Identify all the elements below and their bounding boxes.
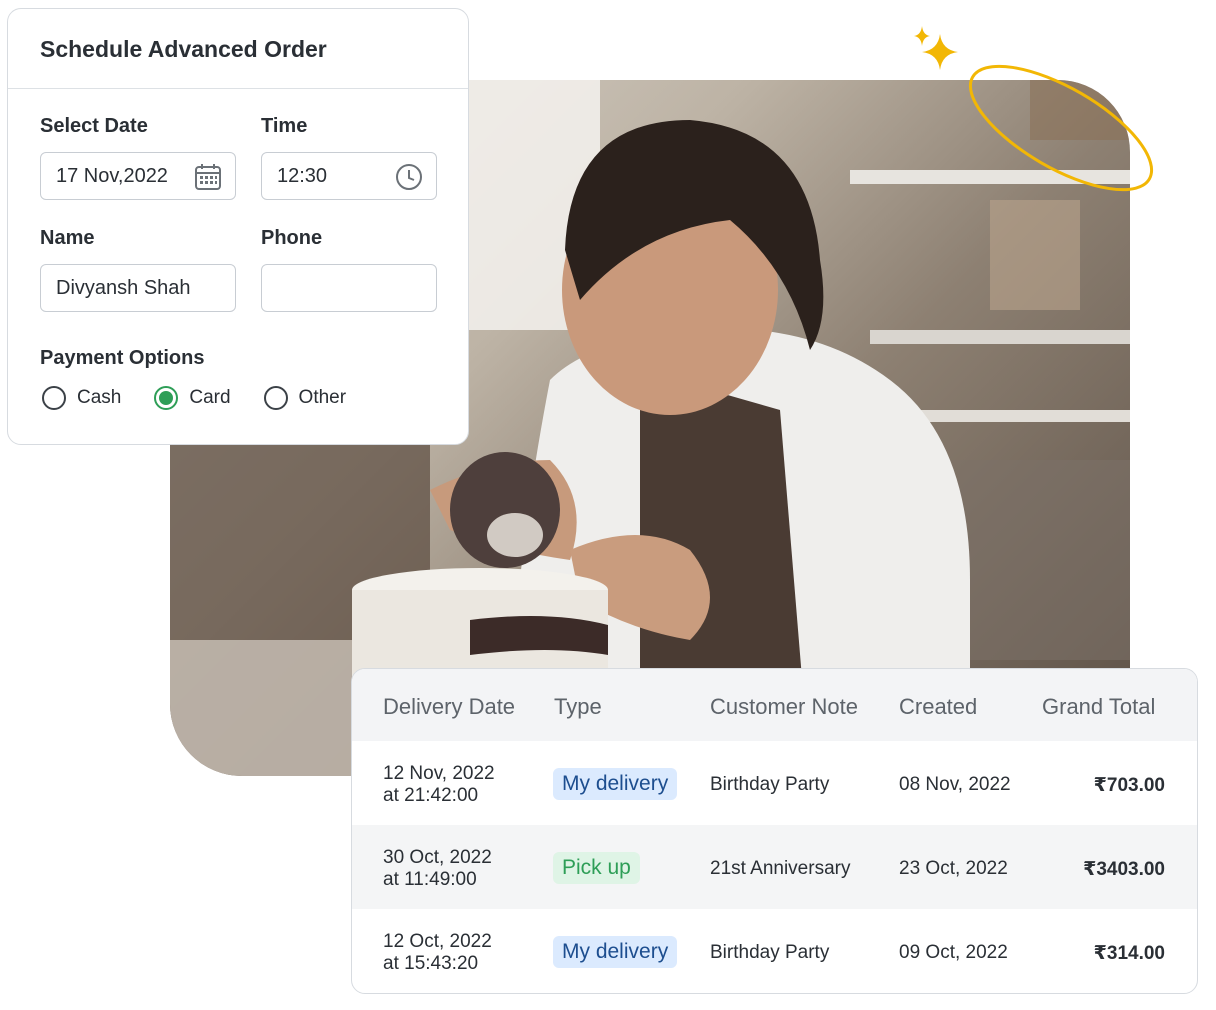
date-value: 17 Nov,2022 bbox=[56, 165, 168, 187]
type-badge: My delivery bbox=[553, 936, 678, 968]
time-label: Time bbox=[261, 115, 308, 137]
customer-note-cell: 21st Anniversary bbox=[710, 858, 851, 879]
name-label: Name bbox=[40, 227, 95, 249]
clock-icon[interactable] bbox=[394, 162, 424, 192]
grand-total-cell: ₹314.00 bbox=[1093, 943, 1165, 964]
card-title: Schedule Advanced Order bbox=[40, 36, 327, 62]
radio-button-selected[interactable] bbox=[154, 386, 179, 410]
delivery-date: 30 Oct, 2022 bbox=[383, 847, 492, 868]
decorative-ring bbox=[968, 64, 1154, 192]
payment-option-label: Other bbox=[298, 387, 347, 408]
radio-button[interactable] bbox=[263, 386, 288, 410]
column-header-delivery-date[interactable]: Delivery Date bbox=[383, 694, 515, 720]
payment-options-label: Payment Options bbox=[40, 347, 205, 369]
type-badge: My delivery bbox=[553, 768, 678, 800]
table-header: Delivery Date Type Customer Note Created… bbox=[352, 669, 1197, 741]
delivery-date-cell: 12 Oct, 2022 at 15:43:20 bbox=[383, 931, 492, 975]
customer-note-cell: Birthday Party bbox=[710, 942, 830, 963]
name-field[interactable]: Divyansh Shah bbox=[40, 264, 236, 312]
created-cell: 09 Oct, 2022 bbox=[899, 942, 1008, 963]
grand-total-cell: ₹3403.00 bbox=[1083, 859, 1165, 880]
created-cell: 23 Oct, 2022 bbox=[899, 858, 1008, 879]
delivery-time: at 11:49:00 bbox=[383, 869, 477, 890]
schedule-order-card: Schedule Advanced Order Select Date 17 N… bbox=[7, 8, 469, 445]
card-header: Schedule Advanced Order bbox=[8, 9, 468, 89]
payment-option-other[interactable]: Other bbox=[263, 386, 347, 410]
payment-option-label: Card bbox=[189, 387, 231, 408]
delivery-date: 12 Nov, 2022 bbox=[383, 763, 495, 784]
type-badge: Pick up bbox=[553, 852, 640, 884]
date-field[interactable]: 17 Nov,2022 bbox=[40, 152, 236, 200]
column-header-created[interactable]: Created bbox=[899, 694, 977, 720]
column-header-customer-note[interactable]: Customer Note bbox=[710, 694, 858, 720]
table-row[interactable]: 12 Nov, 2022 at 21:42:00 My delivery Bir… bbox=[352, 741, 1197, 825]
radio-button[interactable] bbox=[42, 386, 66, 410]
payment-options-group: Cash Card Other bbox=[42, 386, 379, 410]
time-field[interactable]: 12:30 bbox=[261, 152, 437, 200]
delivery-time: at 21:42:00 bbox=[383, 785, 479, 806]
calendar-icon[interactable] bbox=[193, 162, 223, 192]
table-row[interactable]: 12 Oct, 2022 at 15:43:20 My delivery Bir… bbox=[352, 909, 1197, 993]
column-header-grand-total[interactable]: Grand Total bbox=[1042, 694, 1155, 720]
delivery-date-cell: 30 Oct, 2022 at 11:49:00 bbox=[383, 847, 492, 891]
payment-option-card[interactable]: Card bbox=[154, 386, 231, 410]
customer-note-cell: Birthday Party bbox=[710, 774, 830, 795]
created-cell: 08 Nov, 2022 bbox=[899, 774, 1011, 795]
payment-option-label: Cash bbox=[77, 387, 122, 408]
payment-option-cash[interactable]: Cash bbox=[42, 386, 121, 410]
time-value: 12:30 bbox=[277, 165, 328, 187]
name-value: Divyansh Shah bbox=[56, 277, 191, 299]
phone-field[interactable] bbox=[261, 264, 437, 312]
delivery-date: 12 Oct, 2022 bbox=[383, 931, 492, 952]
column-header-type[interactable]: Type bbox=[554, 694, 602, 720]
date-label: Select Date bbox=[40, 115, 148, 137]
orders-table: Delivery Date Type Customer Note Created… bbox=[351, 668, 1198, 994]
phone-label: Phone bbox=[261, 227, 323, 249]
table-row[interactable]: 30 Oct, 2022 at 11:49:00 Pick up 21st An… bbox=[352, 825, 1197, 909]
delivery-time: at 15:43:20 bbox=[383, 953, 479, 974]
grand-total-cell: ₹703.00 bbox=[1093, 775, 1165, 796]
delivery-date-cell: 12 Nov, 2022 at 21:42:00 bbox=[383, 763, 495, 807]
